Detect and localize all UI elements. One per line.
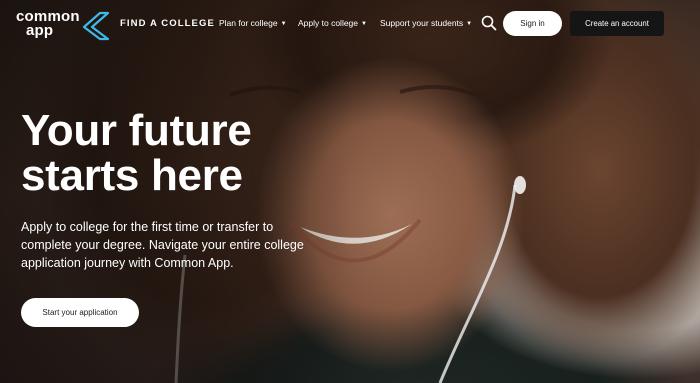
nav-apply-to-college[interactable]: Apply to college ▼ <box>298 18 367 28</box>
nav-plan-label: Plan for college <box>219 18 278 28</box>
hero-title: Your future starts here <box>21 108 341 198</box>
nav-support-your-students[interactable]: Support your students ▼ <box>380 18 472 28</box>
hero-section: common app FIND A COLLEGE Plan for colle… <box>0 0 700 383</box>
start-application-button[interactable]: Start your application <box>21 298 139 327</box>
find-a-college-link[interactable]: FIND A COLLEGE <box>120 18 215 29</box>
nav-plan-for-college[interactable]: Plan for college ▼ <box>219 18 287 28</box>
hero-title-line-1: Your future <box>21 106 252 155</box>
hero-description: Apply to college for the first time or t… <box>21 220 304 270</box>
search-icon[interactable] <box>481 15 497 31</box>
logo-line-2: app <box>26 22 54 39</box>
nav-support-label: Support your students <box>380 18 464 28</box>
sign-in-button[interactable]: Sign in <box>503 11 562 36</box>
site-header: common app FIND A COLLEGE Plan for colle… <box>0 0 700 46</box>
common-app-logo[interactable]: common app <box>16 7 110 41</box>
caret-down-icon: ▼ <box>280 21 287 27</box>
hero-title-line-2: starts here <box>21 151 243 200</box>
logo-mark-icon <box>82 11 110 41</box>
nav-apply-label: Apply to college <box>298 18 359 28</box>
logo-wordmark: common app <box>16 9 80 39</box>
create-account-button[interactable]: Create an account <box>570 11 664 36</box>
caret-down-icon: ▼ <box>466 21 473 27</box>
caret-down-icon: ▼ <box>361 21 367 27</box>
